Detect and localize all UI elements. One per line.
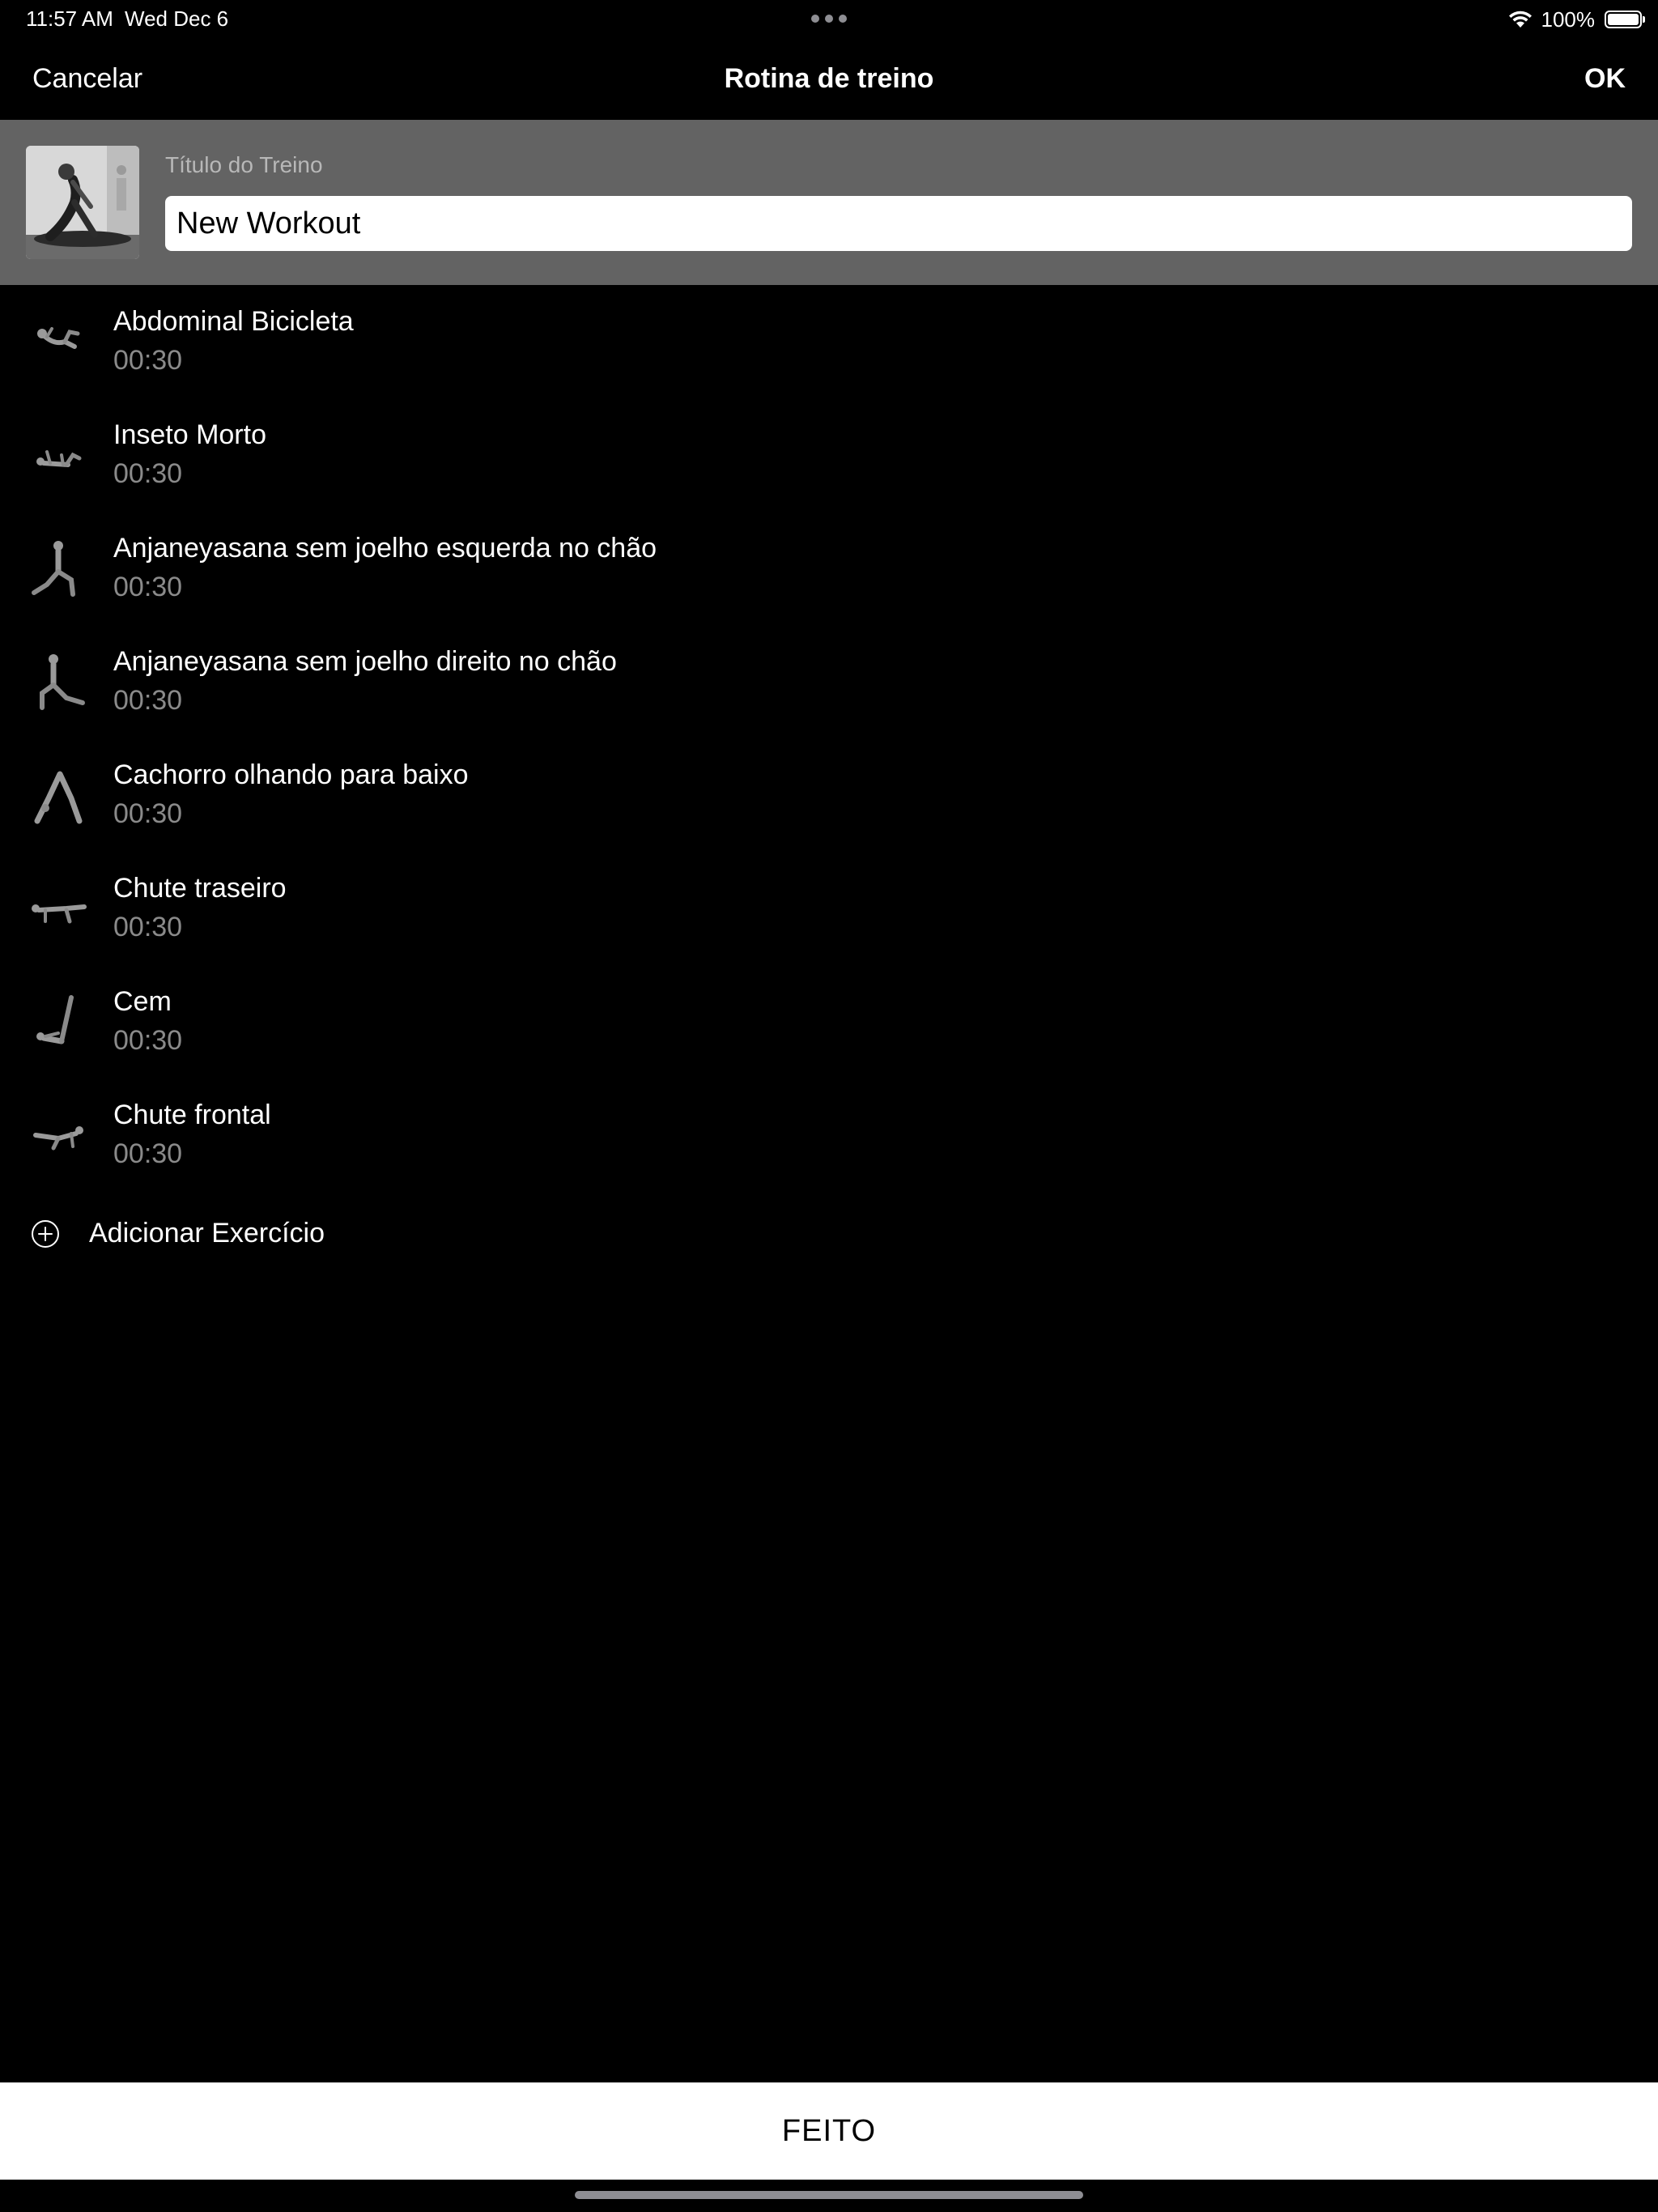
exercise-row[interactable]: Anjaneyasana sem joelho esquerda no chão… — [0, 512, 1658, 625]
battery-percentage: 100% — [1541, 6, 1596, 32]
exercise-name: Chute frontal — [113, 1100, 271, 1130]
exercise-duration: 00:30 — [113, 345, 183, 376]
ok-button[interactable]: OK — [1584, 63, 1626, 95]
battery-icon — [1605, 11, 1645, 28]
workout-title-label: Título do Treino — [165, 152, 323, 177]
front-kick-icon — [33, 1126, 83, 1151]
exercise-duration: 00:30 — [113, 1138, 183, 1169]
exercise-row[interactable]: Abdominal Bicicleta 00:30 — [0, 285, 1658, 398]
exercise-row[interactable]: Cem 00:30 — [0, 965, 1658, 1078]
back-kick-icon — [32, 904, 87, 924]
exercise-name: Anjaneyasana sem joelho esquerda no chão — [113, 533, 657, 564]
exercise-duration: 00:30 — [113, 458, 183, 489]
exercise-row[interactable]: Chute traseiro 00:30 — [0, 852, 1658, 965]
lunge-right-icon — [40, 654, 85, 710]
exercise-duration: 00:30 — [113, 685, 183, 716]
dead-bug-icon — [36, 450, 82, 467]
add-exercise-button[interactable]: Adicionar Exercício — [0, 1192, 1658, 1276]
status-date: Wed Dec 6 — [125, 6, 229, 31]
add-exercise-label: Adicionar Exercício — [89, 1218, 325, 1249]
done-button[interactable]: FEITO — [0, 2082, 1658, 2180]
status-indicators: 100% — [1507, 6, 1645, 32]
multitasking-dots-icon[interactable] — [811, 15, 847, 23]
exercise-duration: 00:30 — [113, 1025, 183, 1056]
exercise-row[interactable]: Inseto Morto 00:30 — [0, 398, 1658, 512]
exercise-duration: 00:30 — [113, 572, 183, 602]
status-time: 11:57 AM — [26, 6, 113, 31]
exercise-name: Inseto Morto — [113, 419, 266, 450]
exercise-row[interactable]: Cachorro olhando para baixo 00:30 — [0, 738, 1658, 852]
exercise-name: Cachorro olhando para baixo — [113, 759, 469, 790]
navigation-bar: Cancelar Rotina de treino OK — [0, 39, 1658, 120]
exercise-duration: 00:30 — [113, 798, 183, 829]
downward-dog-icon — [34, 771, 83, 824]
exercise-name: Chute traseiro — [113, 873, 287, 904]
exercise-name: Cem — [113, 986, 172, 1017]
page-title: Rotina de treino — [724, 63, 934, 94]
exercise-duration: 00:30 — [113, 912, 183, 942]
workout-header: Título do Treino — [0, 120, 1658, 285]
wifi-icon — [1508, 11, 1532, 28]
hundred-icon — [36, 995, 74, 1044]
bicycle-crunch-icon — [37, 327, 80, 349]
workout-thumbnail-image[interactable] — [26, 146, 139, 259]
exercise-row[interactable]: Chute frontal 00:30 — [0, 1078, 1658, 1192]
workout-title-input[interactable] — [165, 196, 1632, 251]
exercise-list: Abdominal Bicicleta 00:30 Inseto Morto 0… — [0, 285, 1658, 1192]
exercise-name: Anjaneyasana sem joelho direito no chão — [113, 646, 617, 677]
exercise-row[interactable]: Anjaneyasana sem joelho direito no chão … — [0, 625, 1658, 738]
plus-circle-icon — [32, 1220, 59, 1248]
home-indicator[interactable] — [575, 2191, 1083, 2199]
exercise-name: Abdominal Bicicleta — [113, 306, 354, 337]
lunge-left-icon — [32, 541, 75, 597]
status-bar: 11:57 AM Wed Dec 6 100% — [0, 0, 1658, 39]
